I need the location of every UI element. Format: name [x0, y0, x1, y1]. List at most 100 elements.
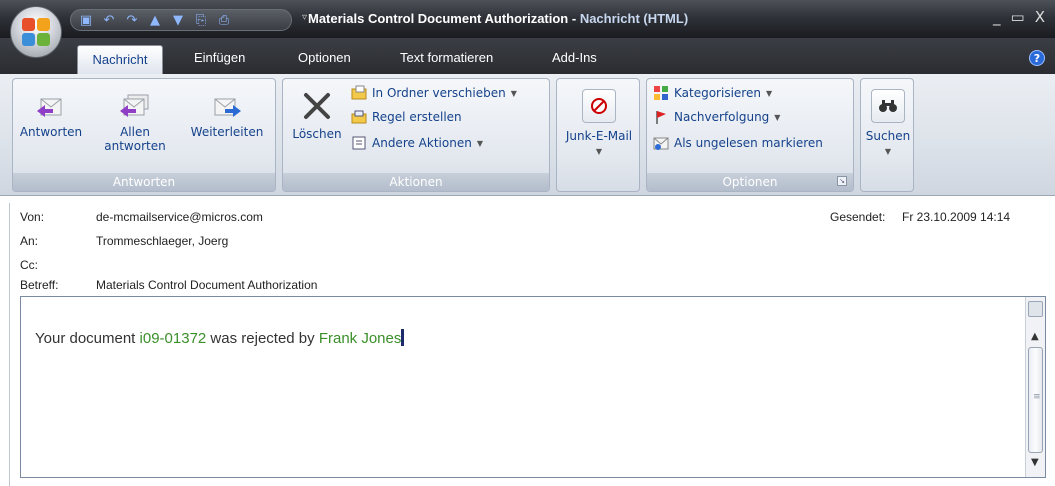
subject-label: Betreff:: [20, 278, 59, 292]
rule-icon: [351, 110, 367, 124]
minimize-button[interactable]: _: [993, 8, 1001, 26]
to-label: An:: [20, 234, 39, 248]
forward-button[interactable]: Weiterleiten: [181, 85, 273, 139]
group-antworten: Antworten Allen antworten Weiterleiten A…: [12, 78, 276, 192]
to-value[interactable]: Trommeschlaeger, Joerg: [96, 234, 228, 248]
mark-unread-button[interactable]: Als ungelesen markieren: [653, 133, 823, 153]
reply-all-button[interactable]: Allen antworten: [99, 85, 171, 153]
chevron-down-icon: ▼: [476, 138, 483, 148]
categorize-button[interactable]: Kategorisieren ▼: [653, 83, 772, 103]
mark-unread-icon: [653, 137, 669, 150]
delete-label: Löschen: [292, 127, 342, 141]
message-middle: was rejected by: [206, 330, 319, 347]
message-body[interactable]: Your document i09-01372 was rejected by …: [20, 296, 1046, 478]
save-icon[interactable]: ▣: [79, 13, 93, 28]
quick-access-toolbar: ▣ ↶ ↷ ▲ ▼ ⎘ ⎙: [70, 9, 292, 31]
message-prefix: Your document: [35, 330, 140, 347]
undo-icon[interactable]: ↶: [102, 13, 116, 28]
group-aktionen: Löschen In Ordner verschieben ▼ Regel er…: [282, 78, 550, 192]
junk-icon: [582, 89, 616, 123]
redo-icon[interactable]: ↷: [125, 13, 139, 28]
split-handle-icon[interactable]: [1028, 301, 1043, 317]
subject-value: Materials Control Document Authorization: [96, 278, 318, 292]
window-controls: _ ▭ X: [993, 8, 1045, 26]
from-label: Von:: [20, 210, 45, 224]
binoculars-icon: [871, 89, 905, 123]
chevron-down-icon: ▼: [774, 112, 781, 122]
other-actions-button[interactable]: Andere Aktionen ▼: [351, 133, 483, 153]
sent-label: Gesendet:: [830, 210, 886, 224]
customize-qat-icon[interactable]: ▿: [302, 12, 307, 23]
move-label: In Ordner verschieben: [372, 86, 506, 100]
chevron-down-icon: ▼: [595, 147, 603, 156]
reply-button[interactable]: Antworten: [17, 85, 85, 139]
scroll-thumb[interactable]: ≡: [1028, 347, 1043, 453]
tab-add-ins[interactable]: Add-Ins: [552, 50, 597, 65]
left-border: [9, 203, 10, 486]
chevron-down-icon: ▼: [510, 88, 517, 98]
tab-nachricht[interactable]: Nachricht: [77, 45, 163, 74]
title-suffix: Nachricht (HTML): [579, 11, 689, 26]
junk-email-button[interactable]: Junk-E-Mail ▼: [559, 85, 639, 159]
group-label-optionen: Optionen ↘: [647, 173, 853, 191]
tab-text-formatieren[interactable]: Text formatieren: [400, 50, 493, 65]
close-button[interactable]: X: [1035, 8, 1045, 26]
copy-icon[interactable]: ⎘: [194, 13, 208, 28]
next-item-icon[interactable]: ▼: [171, 13, 185, 28]
window-title: Materials Control Document Authorization…: [308, 11, 688, 26]
group-label-aktionen: Aktionen: [283, 173, 549, 191]
title-separator: -: [568, 11, 580, 26]
group-label-antworten: Antworten: [13, 173, 275, 191]
delete-button[interactable]: Löschen: [287, 85, 347, 141]
mark-unread-label: Als ungelesen markieren: [674, 136, 823, 150]
cc-label: Cc:: [20, 258, 38, 272]
reply-all-icon: [120, 94, 149, 117]
other-actions-label: Andere Aktionen: [372, 136, 472, 150]
scroll-down-icon[interactable]: ▼: [1031, 457, 1039, 468]
vertical-scrollbar[interactable]: ▲ ≡ ▼: [1025, 297, 1045, 477]
office-button[interactable]: [10, 6, 62, 58]
title-main: Materials Control Document Authorization: [308, 11, 569, 26]
reply-all-label-2: antworten: [104, 139, 166, 153]
from-value[interactable]: de-mcmailservice@micros.com: [96, 210, 263, 224]
optionen-label: Optionen: [722, 175, 778, 189]
office-logo-icon: [22, 18, 50, 46]
group-junk: Junk-E-Mail ▼: [556, 78, 640, 192]
ribbon: Antworten Allen antworten Weiterleiten A…: [0, 74, 1055, 196]
tab-optionen[interactable]: Optionen: [298, 50, 351, 65]
move-to-folder-button[interactable]: In Ordner verschieben ▼: [351, 83, 517, 103]
maximize-button[interactable]: ▭: [1011, 8, 1025, 26]
followup-button[interactable]: Nachverfolgung ▼: [653, 107, 780, 127]
scroll-up-icon[interactable]: ▲: [1031, 331, 1039, 342]
group-optionen: Kategorisieren ▼ Nachverfolgung ▼ Als un…: [646, 78, 854, 192]
forward-label: Weiterleiten: [190, 125, 264, 139]
flag-icon: [656, 111, 666, 124]
forward-icon: [214, 98, 241, 117]
create-rule-button[interactable]: Regel erstellen: [351, 107, 462, 127]
move-folder-icon: [351, 85, 367, 100]
chevron-down-icon: ▼: [765, 88, 773, 98]
sent-value: Fr 23.10.2009 14:14: [902, 210, 1011, 224]
categorize-icon: [654, 86, 668, 100]
message-text: Your document i09-01372 was rejected by …: [35, 329, 405, 347]
dialog-launcher-icon[interactable]: ↘: [837, 176, 847, 186]
previous-item-icon[interactable]: ▲: [148, 13, 162, 28]
grip-icon: ≡: [1033, 392, 1041, 402]
followup-label: Nachverfolgung: [674, 110, 770, 124]
help-icon[interactable]: ?: [1029, 50, 1045, 66]
search-label: Suchen: [865, 129, 911, 143]
document-id: i09-01372: [139, 330, 207, 347]
title-bar: ▣ ↶ ↷ ▲ ▼ ⎘ ⎙ ▿ Materials Control Docume…: [0, 0, 1055, 38]
print-icon[interactable]: ⎙: [217, 13, 231, 28]
junk-label: Junk-E-Mail: [565, 129, 633, 143]
group-suchen: Suchen ▼: [860, 78, 914, 192]
reply-icon: [37, 98, 62, 117]
text-cursor: [401, 329, 405, 346]
rule-label: Regel erstellen: [372, 110, 462, 124]
search-button[interactable]: Suchen ▼: [863, 85, 913, 159]
delete-icon: [304, 93, 330, 119]
categorize-label: Kategorisieren: [674, 86, 761, 100]
other-actions-icon: [352, 136, 366, 150]
reply-label: Antworten: [19, 125, 83, 139]
tab-einfuegen[interactable]: Einfügen: [194, 50, 245, 65]
